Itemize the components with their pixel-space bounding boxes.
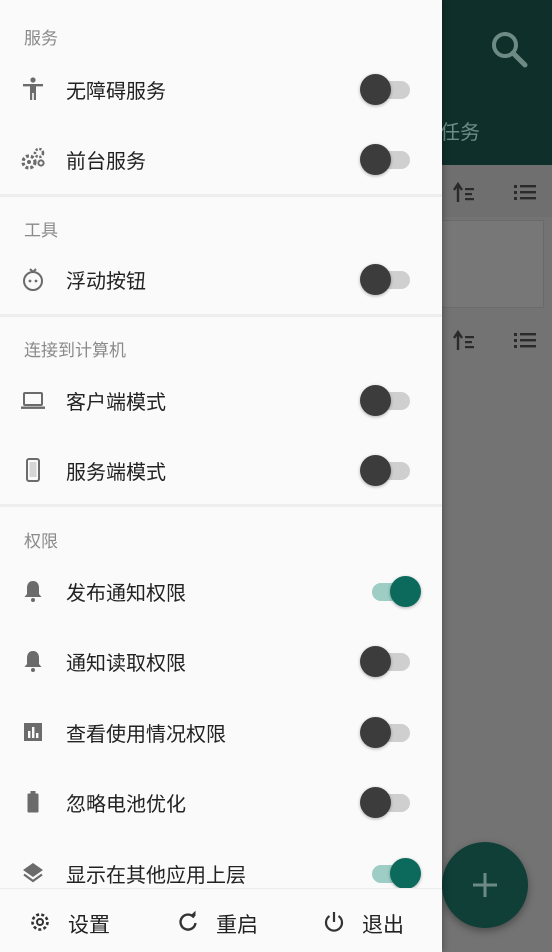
item-label: 前台服务 [66, 149, 146, 173]
usage-chart-icon [24, 723, 42, 741]
exit-button[interactable]: 退出 [322, 907, 422, 937]
item-label: 忽略电池优化 [66, 792, 186, 816]
item-foreground-service[interactable]: 前台服务 [0, 123, 442, 193]
section-divider [0, 504, 442, 507]
restart-label: 重启 [216, 913, 258, 937]
battery-icon [27, 791, 39, 813]
item-label: 发布通知权限 [66, 581, 186, 605]
item-label: 查看使用情况权限 [66, 722, 226, 746]
server-mode-switch[interactable] [360, 454, 420, 486]
bell-icon [24, 581, 42, 602]
section-divider [0, 194, 442, 197]
floating-button-switch[interactable] [360, 263, 420, 295]
settings-label: 设置 [68, 913, 110, 937]
item-label: 显示在其他应用上层 [66, 863, 246, 887]
sort-icon [453, 329, 474, 350]
item-server-mode[interactable]: 服务端模式 [0, 434, 442, 504]
drawer-bottom-bar: 设置 重启 退出 [0, 888, 442, 952]
item-label: 无障碍服务 [66, 79, 166, 103]
post-notification-permission-switch[interactable] [360, 575, 421, 607]
display-over-other-apps-switch[interactable] [360, 857, 421, 889]
phone-icon [26, 458, 40, 482]
power-icon [324, 912, 344, 932]
section-title-connect-to-computer: 连接到计算机 [24, 341, 126, 361]
accessibility-service-switch[interactable] [360, 73, 420, 105]
list-icon [514, 333, 536, 348]
section-title-permissions: 权限 [24, 532, 58, 552]
item-label: 通知读取权限 [66, 651, 186, 675]
item-label: 服务端模式 [66, 460, 166, 484]
item-post-notification-permission[interactable]: 发布通知权限 [0, 555, 442, 625]
section-title-services: 服务 [24, 29, 58, 49]
bell-icon [24, 651, 42, 672]
settings-button[interactable]: 设置 [28, 907, 128, 937]
floating-face-icon [23, 268, 43, 291]
refresh-icon [179, 910, 197, 931]
sort-icon [453, 181, 474, 202]
accessibility-icon [23, 77, 43, 100]
item-floating-button[interactable]: 浮动按钮 [0, 243, 442, 313]
section-title-tools: 工具 [24, 221, 58, 241]
add-fab-button[interactable] [442, 842, 528, 928]
background-card [440, 220, 544, 308]
item-ignore-battery-optimization[interactable]: 忽略电池优化 [0, 766, 442, 836]
plus-icon [473, 873, 497, 897]
client-mode-switch[interactable] [360, 384, 420, 416]
laptop-icon [21, 392, 45, 409]
list-icon [514, 185, 536, 200]
gear-icon [31, 913, 49, 931]
item-label: 浮动按钮 [66, 269, 146, 293]
exit-label: 退出 [362, 913, 404, 937]
notification-read-permission-switch[interactable] [360, 645, 420, 677]
item-accessibility-service[interactable]: 无障碍服务 [0, 53, 442, 123]
navigation-drawer: 服务 无障碍服务 前台服务 工具 浮动按钮 连接到计算机 客户端模式 服务端模式… [0, 0, 442, 952]
background-tab-label: 任务 [440, 120, 480, 144]
item-client-mode[interactable]: 客户端模式 [0, 364, 442, 434]
item-usage-access-permission[interactable]: 查看使用情况权限 [0, 696, 442, 766]
restart-button[interactable]: 重启 [176, 907, 276, 937]
item-notification-read-permission[interactable]: 通知读取权限 [0, 625, 442, 695]
ignore-battery-optimization-switch[interactable] [360, 786, 420, 818]
foreground-service-switch[interactable] [360, 143, 420, 175]
usage-access-permission-switch[interactable] [360, 716, 420, 748]
item-label: 客户端模式 [66, 390, 166, 414]
section-divider [0, 314, 442, 317]
gears-icon [21, 147, 45, 170]
layers-icon [23, 863, 43, 883]
search-icon [492, 32, 528, 68]
